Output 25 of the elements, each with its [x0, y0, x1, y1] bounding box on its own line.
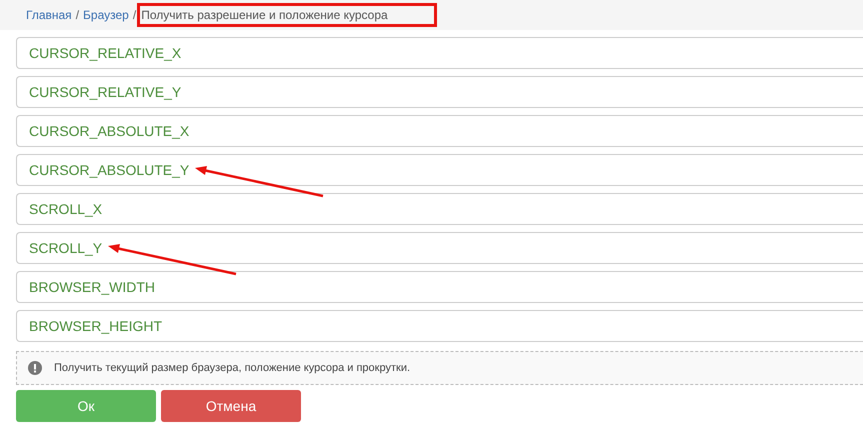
option-label: BROWSER_WIDTH	[29, 279, 155, 295]
option-label: CURSOR_ABSOLUTE_Y	[29, 162, 190, 178]
option-label: SCROLL_Y	[29, 240, 102, 256]
option-label: CURSOR_ABSOLUTE_X	[29, 123, 190, 139]
breadcrumb-separator: /	[76, 8, 80, 22]
option-row[interactable]	[16, 232, 863, 264]
option-row[interactable]	[16, 115, 863, 147]
breadcrumb-link[interactable]: Главная	[26, 8, 72, 22]
option-row[interactable]	[16, 76, 863, 108]
option-row[interactable]	[16, 271, 863, 303]
cancel-button[interactable]: Отмена	[161, 390, 301, 422]
option-label: CURSOR_RELATIVE_Y	[29, 84, 182, 100]
option-label: CURSOR_RELATIVE_X	[29, 45, 182, 61]
info-text: Получить текущий размер браузера, положение курсора и прокрутки.	[54, 362, 410, 374]
breadcrumb-current: Получить разрешение и положение курсора	[137, 3, 437, 27]
option-row[interactable]	[16, 193, 863, 225]
ok-button[interactable]: Ок	[16, 390, 156, 422]
option-label: SCROLL_X	[29, 201, 102, 217]
option-row[interactable]	[16, 310, 863, 342]
option-label: BROWSER_HEIGHT	[29, 318, 162, 334]
option-row[interactable]	[16, 154, 863, 186]
breadcrumb-separator: /	[132, 8, 136, 22]
option-row[interactable]	[16, 37, 863, 69]
exclamation-icon	[28, 361, 42, 375]
breadcrumb-link[interactable]: Браузер	[83, 8, 129, 22]
